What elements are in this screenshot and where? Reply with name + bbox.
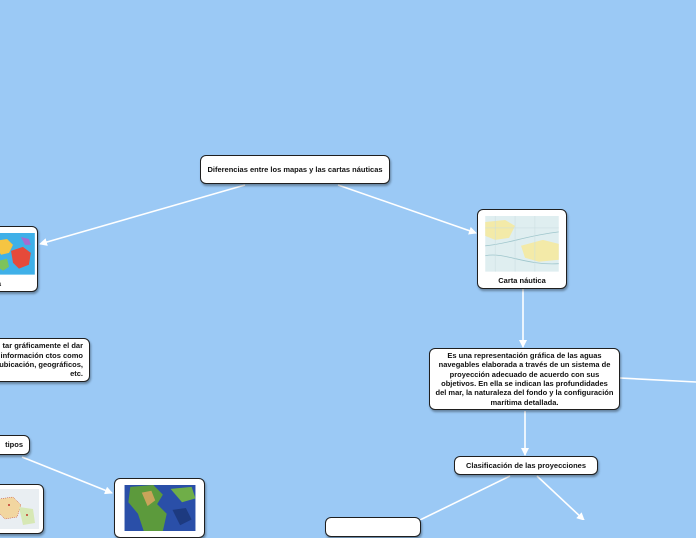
- tipos-node[interactable]: tipos: [0, 435, 30, 455]
- tipos-node-label: tipos: [5, 440, 23, 450]
- connector-root-to-mapa: [39, 184, 246, 246]
- connector-clasificacion-to-right: [536, 475, 585, 520]
- relief-map-node[interactable]: [114, 478, 205, 538]
- connector-root-to-carta: [337, 184, 477, 235]
- mapa-node-label: a: [0, 279, 1, 288]
- world-map-image: [0, 233, 35, 275]
- regional-map-node[interactable]: [0, 484, 44, 534]
- root-node-label: Diferencias entre los mapas y las cartas…: [207, 164, 383, 174]
- root-node[interactable]: Diferencias entre los mapas y las cartas…: [200, 155, 390, 184]
- connector-definition-to-right: [619, 377, 696, 383]
- regional-map-image: [0, 489, 39, 529]
- carta-node[interactable]: Carta náutica: [477, 209, 567, 289]
- nautical-chart-image: [485, 216, 559, 272]
- carta-definition-node[interactable]: Es una representación gráfica de las agu…: [429, 348, 620, 410]
- mapa-node[interactable]: a: [0, 226, 38, 292]
- connector-layer: [21, 184, 696, 520]
- clasificacion-node[interactable]: Clasificación de las proyecciones: [454, 456, 598, 475]
- carta-node-label: Carta náutica: [498, 275, 546, 285]
- mapa-definition-node[interactable]: tar gráficamente el dar información ctos…: [0, 338, 90, 382]
- clasificacion-node-label: Clasificación de las proyecciones: [465, 460, 587, 470]
- connector-clasificacion-to-left: [419, 475, 511, 520]
- mapa-definition-label: tar gráficamente el dar información ctos…: [0, 341, 83, 379]
- relief-map-image: [124, 485, 195, 531]
- carta-definition-label: Es una representación gráfica de las agu…: [435, 350, 614, 407]
- bottom-center-node[interactable]: [325, 517, 421, 537]
